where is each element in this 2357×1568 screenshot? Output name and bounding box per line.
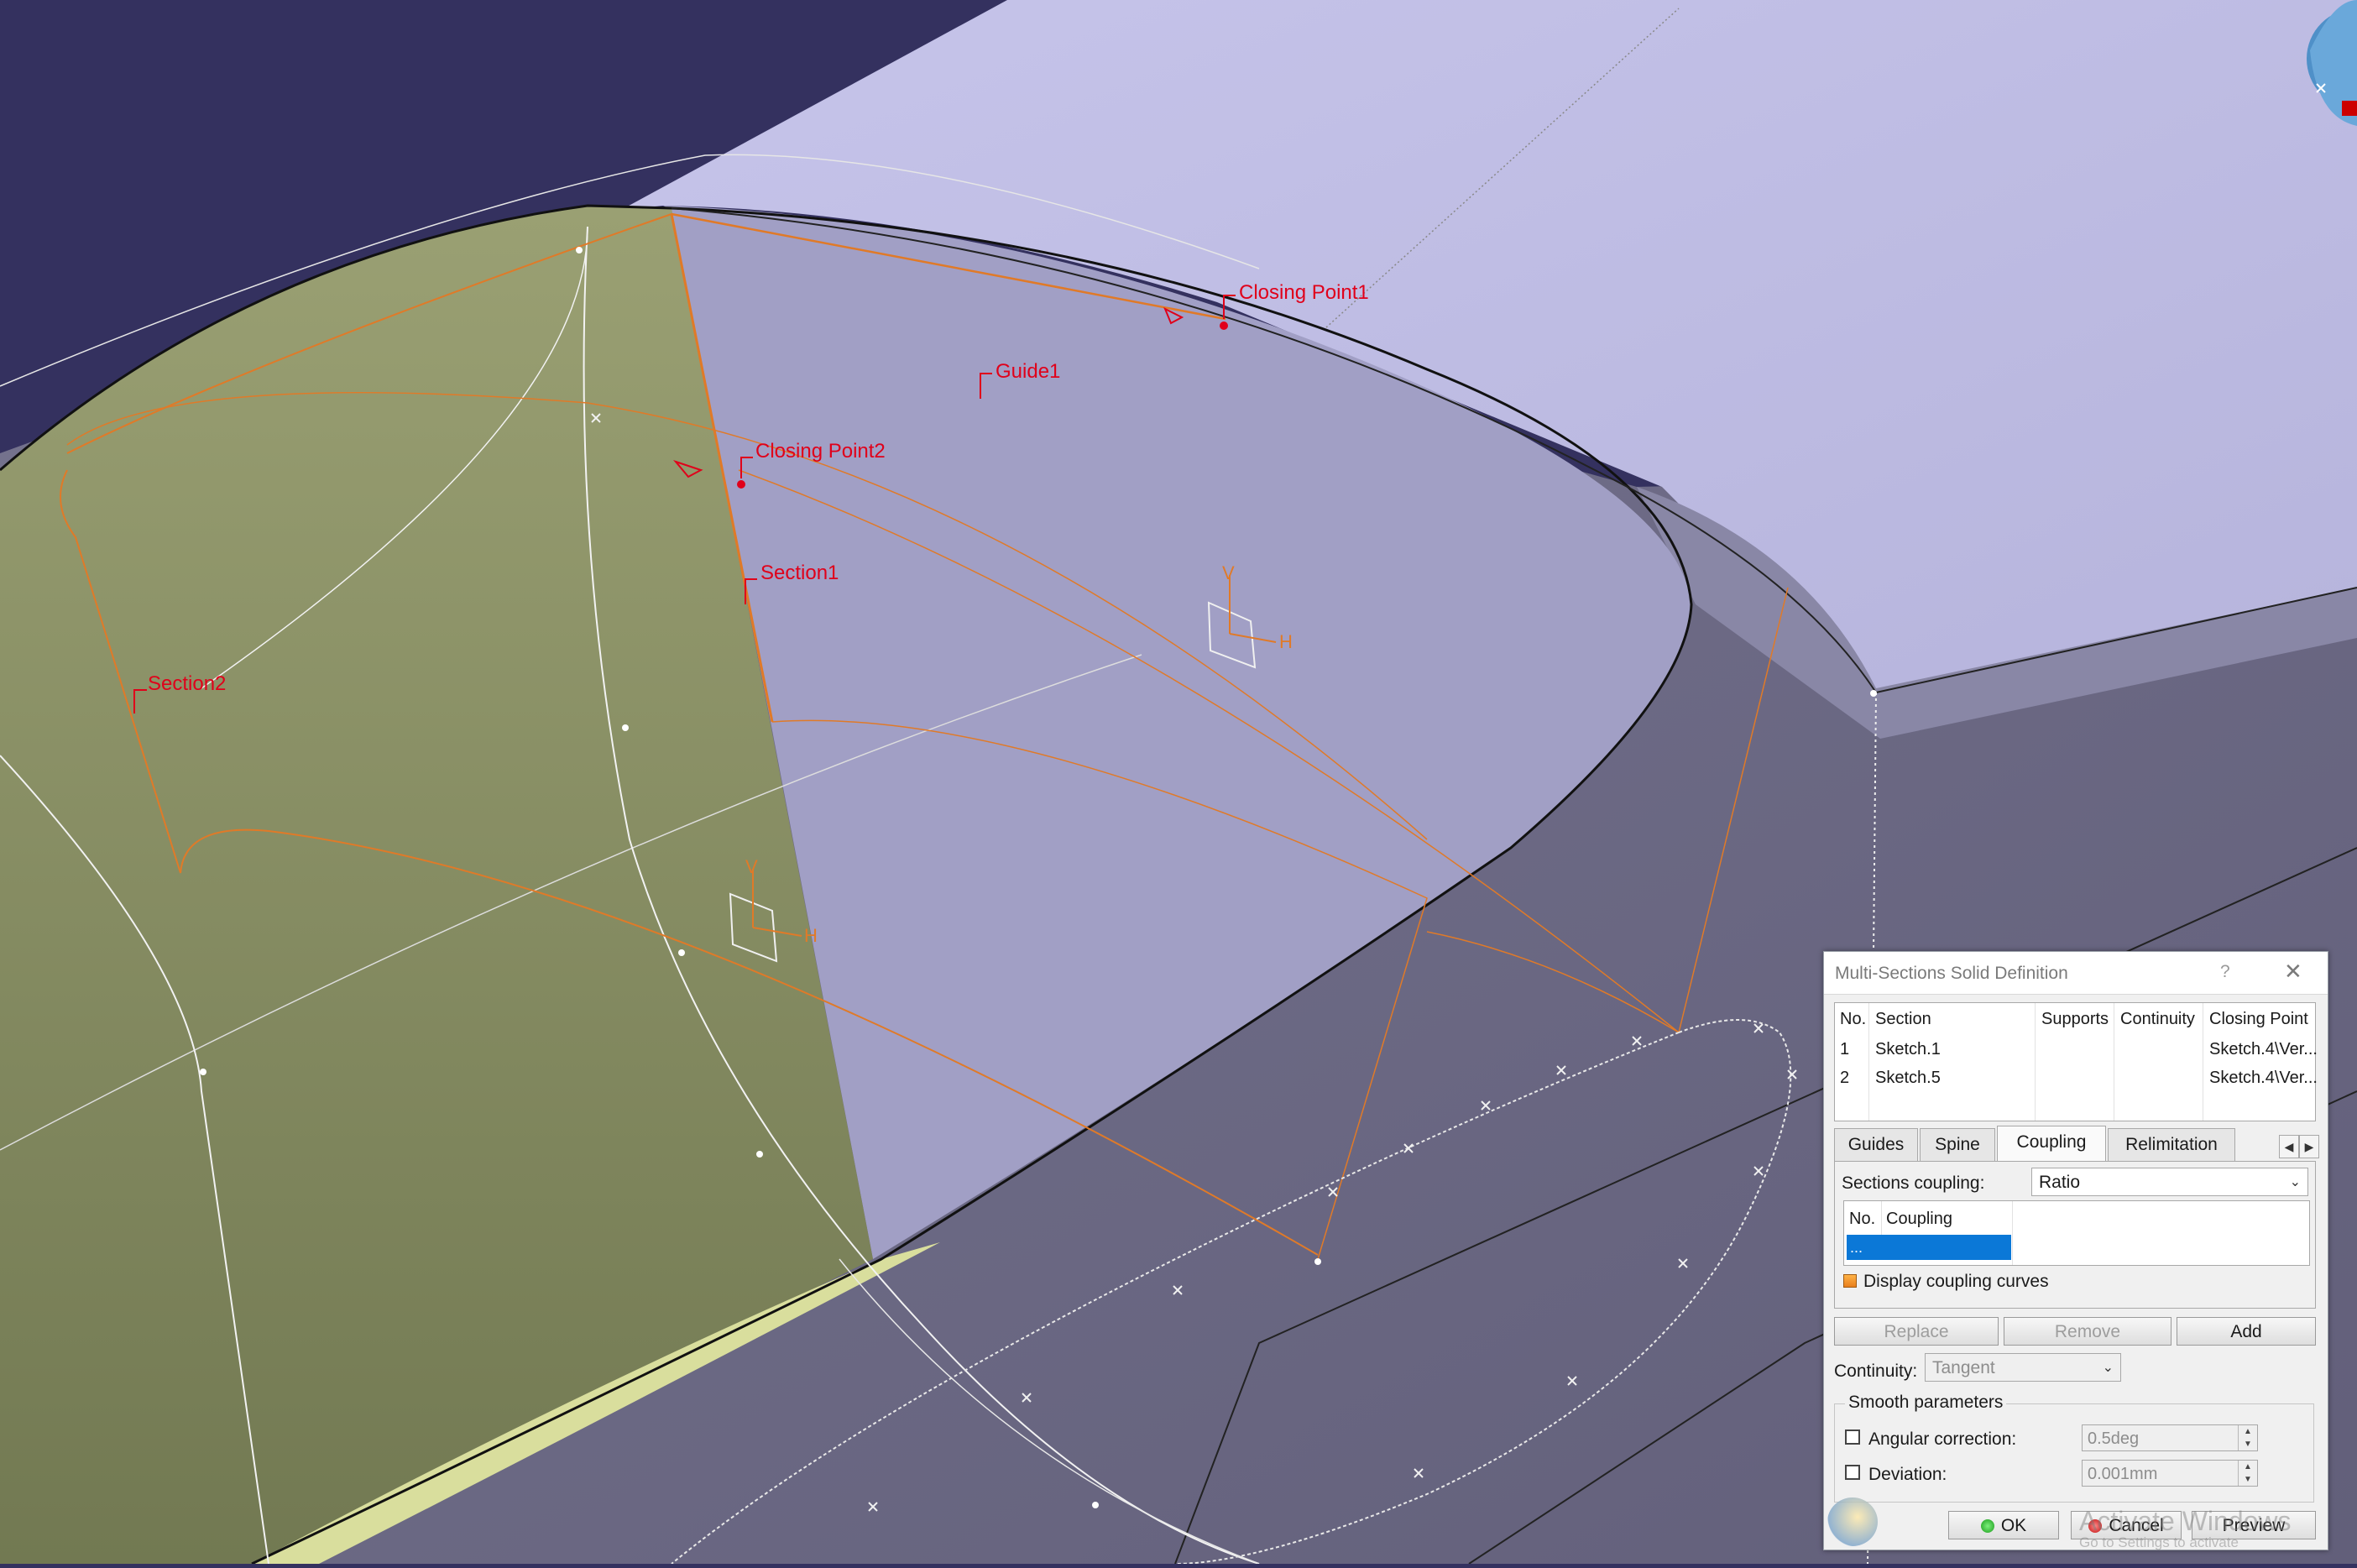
label-closing-point2: Closing Point2 [755,440,886,463]
chevron-down-icon: ⌄ [2102,1361,2114,1375]
row-no: 1 [1840,1040,1850,1058]
tab-scroll-left-icon[interactable]: ◀ [2279,1135,2299,1158]
deviation-checkbox[interactable] [1845,1465,1860,1480]
row-section: Sketch.5 [1875,1069,1941,1087]
replace-button[interactable]: Replace [1834,1317,1999,1346]
spinner-arrows-icon[interactable]: ▲ ▼ [2238,1461,2257,1486]
label-closing-point1: Closing Point1 [1239,281,1369,304]
deviation-value: 0.001mm [2088,1465,2158,1483]
smooth-parameters-group: Smooth parameters Angular correction: 0.… [1834,1393,2314,1503]
deviation-label: Deviation: [1868,1465,1947,1484]
angular-correction-checkbox[interactable] [1845,1429,1860,1445]
col-header-closing-point[interactable]: Closing Point [2209,1010,2308,1029]
row-closing-point: Sketch.4\Ver... [2209,1040,2318,1058]
dialog-title: Multi-Sections Solid Definition [1835,964,2068,983]
closing-point1-marker [1220,321,1228,330]
sections-coupling-value: Ratio [2039,1173,2081,1192]
angular-correction-input[interactable]: 0.5deg ▲ ▼ [2082,1424,2258,1451]
continuity-label: Continuity: [1834,1362,1918,1381]
coupling-row-selected[interactable]: ... [1847,1235,2011,1260]
coupling-row-text: ... [1850,1239,1863,1256]
tab-bar: Guides Spine Coupling Relimitation ◀ ▶ [1834,1126,2321,1162]
axis-v-label-2: V [745,856,758,877]
app-logo-icon [1827,1497,1878,1546]
multi-sections-solid-dialog[interactable]: Multi-Sections Solid Definition ? ✕ No. … [1823,951,2328,1550]
display-coupling-checkbox[interactable] [1843,1274,1857,1288]
coupling-tab-panel: Sections coupling: Ratio ⌄ No. Coupling … [1834,1161,2316,1309]
sections-table[interactable]: No. Section Supports Continuity Closing … [1834,1002,2318,1121]
label-section2: Section2 [148,672,226,695]
axis-v-label: V [1222,562,1235,583]
activation-watermark: Activate Windows [2079,1506,2292,1536]
dialog-title-bar[interactable]: Multi-Sections Solid Definition ? ✕ [1824,952,2328,995]
sections-coupling-label: Sections coupling: [1842,1173,1985,1193]
row-no: 2 [1840,1069,1850,1087]
col-header-section[interactable]: Section [1875,1010,1931,1029]
ok-label: OK [2000,1516,2027,1535]
tab-spine[interactable]: Spine [1920,1128,1995,1161]
angular-correction-label: Angular correction: [1868,1429,2017,1449]
coupling-col-coupling: Coupling [1886,1210,1952,1228]
col-header-continuity[interactable]: Continuity [2120,1010,2195,1029]
chevron-down-icon: ⌄ [2289,1175,2301,1189]
deviation-input[interactable]: 0.001mm ▲ ▼ [2082,1460,2258,1487]
angular-correction-value: 0.5deg [2088,1429,2140,1448]
col-header-supports[interactable]: Supports [2041,1010,2109,1029]
sections-coupling-select[interactable]: Ratio ⌄ [2031,1168,2308,1196]
closing-point2-marker [737,480,745,489]
col-header-no[interactable]: No. [1840,1010,1866,1029]
tab-guides[interactable]: Guides [1834,1128,1918,1161]
add-button[interactable]: Add [2177,1317,2316,1346]
help-button[interactable]: ? [2220,962,2230,982]
coupling-col-no: No. [1849,1210,1876,1228]
ok-button[interactable]: OK [1948,1511,2059,1539]
row-section: Sketch.1 [1875,1040,1941,1058]
tab-relimitation[interactable]: Relimitation [2108,1128,2235,1161]
smooth-parameters-legend: Smooth parameters [1845,1393,2007,1413]
activation-watermark-sub: Go to Settings to activate [2079,1534,2239,1550]
continuity-value: Tangent [1932,1358,1995,1377]
tab-scroll-right-icon[interactable]: ▶ [2299,1135,2319,1158]
tab-coupling[interactable]: Coupling [1997,1126,2106,1162]
ok-icon [1980,1519,1994,1533]
axis-h-label: H [1279,631,1293,652]
close-button[interactable]: ✕ [2284,959,2302,985]
remove-button[interactable]: Remove [2004,1317,2171,1346]
spinner-arrows-icon[interactable]: ▲ ▼ [2238,1425,2257,1450]
label-section1: Section1 [760,562,839,584]
row-closing-point: Sketch.4\Ver... [2209,1069,2318,1087]
axis-h-label-2: H [804,925,818,946]
continuity-select[interactable]: Tangent ⌄ [1925,1353,2121,1382]
coupling-list[interactable]: No. Coupling ... [1843,1200,2310,1266]
label-guide1: Guide1 [996,360,1060,383]
display-coupling-label: Display coupling curves [1863,1272,2049,1291]
